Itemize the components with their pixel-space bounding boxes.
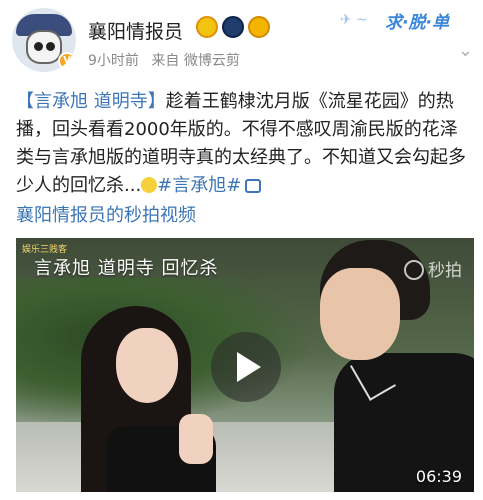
avatar[interactable]: V bbox=[12, 8, 76, 72]
post-text: 【言承旭 道明寺】趁着王鹤棣沈月版《流星花园》的热播，回头看看2000年版的。不… bbox=[16, 88, 474, 200]
avatar-face bbox=[26, 30, 62, 64]
video-watermark: 秒拍 bbox=[404, 256, 462, 281]
video-link[interactable]: 襄阳情报员的秒拍视频 bbox=[16, 201, 196, 227]
logo-decoration-icon: ✈ ~ bbox=[340, 12, 368, 28]
post-topic[interactable]: 【言承旭 道明寺】 bbox=[16, 91, 166, 112]
crown-badge-icon bbox=[196, 16, 218, 38]
play-icon bbox=[237, 352, 261, 382]
video-player[interactable]: 娱乐三贱客 言承旭 道明寺 回忆杀 秒拍 06:39 bbox=[16, 238, 474, 492]
video-duration: 06:39 bbox=[415, 467, 462, 486]
play-button[interactable] bbox=[211, 332, 281, 402]
boy-face bbox=[320, 268, 400, 360]
username[interactable]: 襄阳情报员 bbox=[88, 17, 183, 44]
smile-emoji-icon bbox=[141, 177, 158, 193]
post-source[interactable]: 来自 微博云剪 bbox=[151, 53, 239, 69]
girl-hands bbox=[179, 414, 213, 464]
miaopai-logo-icon bbox=[404, 260, 424, 280]
sports-badge-icon bbox=[222, 16, 244, 38]
chevron-down-icon[interactable]: ⌄ bbox=[458, 40, 473, 61]
avatar-eye bbox=[34, 42, 43, 51]
user-badges bbox=[196, 16, 270, 38]
hashtag-link[interactable]: #言承旭# bbox=[157, 175, 241, 196]
watermark-text: 秒拍 bbox=[428, 261, 462, 281]
post-time: 9小时前 bbox=[88, 53, 139, 69]
video-caption: 言承旭 道明寺 回忆杀 bbox=[34, 258, 219, 279]
logo-text: 求·脱·单 bbox=[385, 13, 449, 33]
logo-area: ✈ ~ 求·脱·单 bbox=[340, 6, 475, 36]
girl-face bbox=[116, 328, 178, 403]
video-figure-girl bbox=[71, 306, 221, 492]
vip-badge-icon: V bbox=[58, 52, 76, 70]
avatar-eye bbox=[46, 42, 55, 51]
level-badge-icon bbox=[248, 16, 270, 38]
video-link-icon bbox=[245, 179, 262, 193]
post-meta: 9小时前 来自 微博云剪 bbox=[88, 50, 248, 70]
